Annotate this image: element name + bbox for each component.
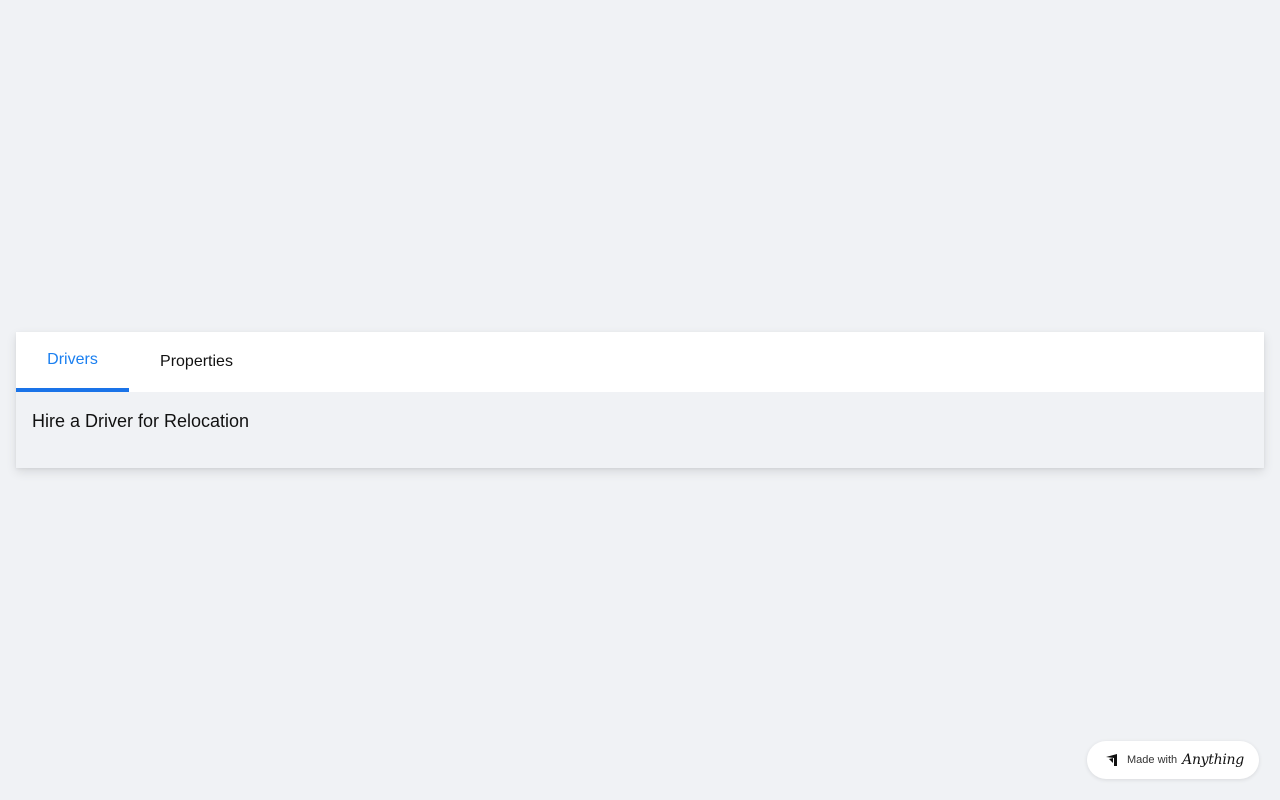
badge-brand: Anything bbox=[1182, 752, 1244, 768]
tab-properties-label: Properties bbox=[160, 353, 233, 370]
anything-logo-icon bbox=[1105, 753, 1119, 767]
tab-properties[interactable]: Properties bbox=[129, 332, 264, 392]
made-with-anything-badge[interactable]: Made with Anything bbox=[1087, 741, 1259, 779]
tab-bar: Drivers Properties bbox=[16, 332, 1264, 392]
badge-prefix: Made with bbox=[1127, 754, 1178, 766]
tab-drivers[interactable]: Drivers bbox=[16, 332, 129, 392]
page-title: Hire a Driver for Relocation bbox=[32, 411, 250, 431]
tabs-card: Drivers Properties Hire a Driver for Rel… bbox=[16, 332, 1264, 468]
active-tab-indicator bbox=[16, 388, 129, 392]
tab-drivers-label: Drivers bbox=[47, 351, 98, 368]
